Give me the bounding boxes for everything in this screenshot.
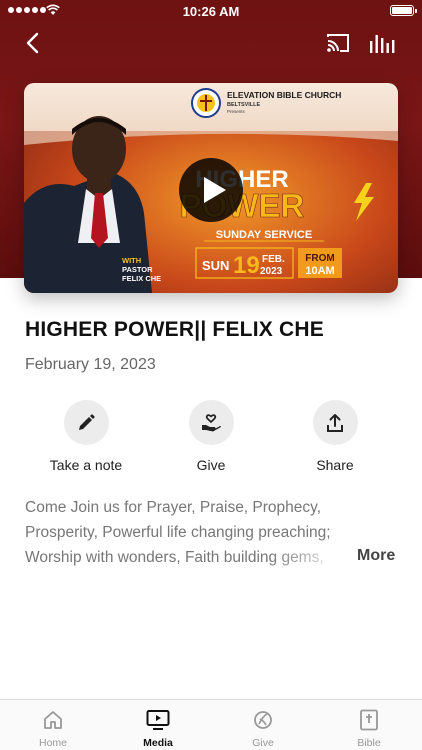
thumb-day: SUN bbox=[202, 258, 229, 273]
give-circle[interactable] bbox=[188, 400, 234, 445]
battery-icon bbox=[390, 5, 417, 16]
tab-bible-label: Bible bbox=[357, 737, 381, 749]
status-bar: 10:26 AM bbox=[0, 0, 422, 24]
share-label: Share bbox=[316, 457, 354, 473]
audio-bars-button[interactable] bbox=[369, 32, 395, 54]
media-title: HIGHER POWER|| FELIX CHE bbox=[25, 318, 324, 341]
tab-home-label: Home bbox=[38, 737, 67, 749]
take-note-circle[interactable] bbox=[63, 400, 109, 445]
home-icon bbox=[44, 711, 62, 729]
take-note-button[interactable]: Take a note bbox=[26, 400, 146, 473]
tab-home[interactable]: Home bbox=[13, 708, 93, 749]
back-button[interactable] bbox=[20, 30, 46, 56]
pencil-icon bbox=[79, 413, 95, 430]
play-button[interactable] bbox=[179, 158, 243, 222]
more-button[interactable]: More bbox=[357, 547, 395, 565]
thumb-day-num: 19 bbox=[233, 252, 260, 279]
give-button[interactable]: Give bbox=[151, 400, 271, 473]
tab-give-label: Give bbox=[252, 737, 274, 749]
thumb-service: SUNDAY SERVICE bbox=[216, 229, 312, 241]
tab-bar: Home Media Give Bible bbox=[0, 699, 422, 750]
thumb-church-name: ELEVATION BIBLE CHURCH bbox=[227, 90, 341, 100]
tab-give[interactable]: Give bbox=[223, 708, 303, 749]
share-icon bbox=[327, 413, 343, 432]
thumb-church-location: BELTSVILLE bbox=[227, 102, 261, 108]
give-icon bbox=[254, 711, 272, 729]
cast-button[interactable] bbox=[325, 32, 351, 54]
media-date: February 19, 2023 bbox=[25, 356, 156, 373]
thumb-presents: Presents bbox=[227, 109, 246, 114]
action-row: Take a note Give Share bbox=[0, 400, 422, 480]
share-button[interactable]: Share bbox=[275, 400, 395, 473]
tab-media-label: Media bbox=[143, 737, 173, 749]
thumb-from: FROM bbox=[305, 253, 334, 264]
tab-bible[interactable]: Bible bbox=[329, 708, 409, 749]
thumb-start-time: 10AM bbox=[305, 265, 334, 277]
media-play-icon bbox=[146, 710, 170, 730]
bible-icon bbox=[360, 709, 378, 731]
status-time: 10:26 AM bbox=[182, 4, 240, 19]
thumb-pastor-name: FELIX CHE bbox=[122, 274, 161, 283]
share-circle[interactable] bbox=[312, 400, 358, 445]
thumb-year: 2023 bbox=[260, 266, 283, 277]
thumb-with: WITH bbox=[122, 256, 141, 265]
give-label: Give bbox=[196, 457, 226, 473]
give-hand-heart-icon bbox=[202, 413, 221, 431]
thumb-month: FEB. bbox=[262, 254, 285, 265]
thumb-pastor-title: PASTOR bbox=[122, 265, 153, 274]
description-fade bbox=[270, 545, 350, 570]
video-thumbnail[interactable]: ELEVATION BIBLE CHURCH BELTSVILLE Presen… bbox=[24, 83, 398, 293]
tab-media[interactable]: Media bbox=[118, 708, 198, 749]
take-note-label: Take a note bbox=[49, 457, 123, 473]
